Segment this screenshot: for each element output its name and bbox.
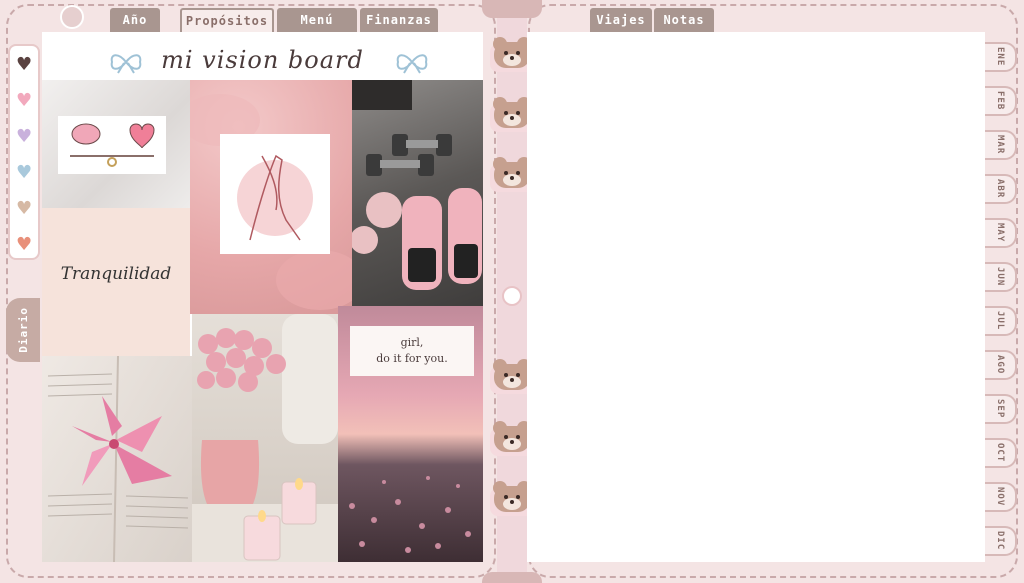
quote-line-1: girl,	[400, 336, 424, 349]
tab-notas[interactable]: Notas	[654, 8, 714, 32]
month-tab-ene[interactable]: ENE	[985, 42, 1017, 72]
collage-tranquilidad-card: Tranquilidad	[42, 208, 190, 356]
collage-vase-candles-image	[192, 314, 338, 562]
month-tab-mar[interactable]: MAR	[985, 130, 1017, 160]
month-label: AGO	[995, 355, 1005, 375]
month-tab-oct[interactable]: OCT	[985, 438, 1017, 468]
girl-quote-card: girl, do it for you.	[350, 326, 474, 376]
collage-book-flower-image	[42, 356, 192, 562]
quote-line-2: do it for you.	[376, 352, 448, 365]
vision-board-page: mi vision board Tranquilidad girl, do it…	[42, 32, 483, 562]
color-strip: ♥ ♥ ♥ ♥ ♥ ♥	[8, 44, 40, 260]
month-tab-abr[interactable]: ABR	[985, 174, 1017, 204]
month-tab-ago[interactable]: AGO	[985, 350, 1017, 380]
month-tab-jun[interactable]: JUN	[985, 262, 1017, 292]
month-label: NOV	[995, 487, 1005, 507]
month-label: MAR	[995, 135, 1005, 155]
month-label: DIC	[995, 531, 1005, 551]
heart-icon[interactable]: ♥	[16, 128, 32, 146]
month-tab-nov[interactable]: NOV	[985, 482, 1017, 512]
tab-diario[interactable]: Diario	[6, 298, 40, 362]
tab-propositos[interactable]: Propósitos	[180, 8, 274, 32]
month-label: MAY	[995, 223, 1005, 243]
heart-icon[interactable]: ♥	[16, 236, 32, 254]
heart-icon[interactable]: ♥	[16, 92, 32, 110]
tab-menu[interactable]: Menú	[277, 8, 357, 32]
binder-spine-bottom	[482, 572, 542, 583]
bow-icon	[396, 54, 428, 74]
month-tab-dic[interactable]: DIC	[985, 526, 1017, 556]
ring-hole	[502, 286, 522, 306]
month-tab-jul[interactable]: JUL	[985, 306, 1017, 336]
month-label: SEP	[995, 399, 1005, 419]
month-tab-sep[interactable]: SEP	[985, 394, 1017, 424]
month-label: OCT	[995, 443, 1005, 463]
tab-finanzas[interactable]: Finanzas	[360, 8, 438, 32]
collage-gym-image	[352, 80, 483, 306]
heart-icon[interactable]: ♥	[16, 56, 32, 74]
heart-icon[interactable]: ♥	[16, 200, 32, 218]
binder-spine-top	[482, 0, 542, 18]
month-tab-feb[interactable]: FEB	[985, 86, 1017, 116]
tab-viajes[interactable]: Viajes	[590, 8, 652, 32]
month-label: FEB	[995, 91, 1005, 111]
notes-page[interactable]	[527, 32, 985, 562]
month-label: ENE	[995, 47, 1005, 67]
month-label: JUN	[995, 267, 1005, 287]
top-circle-decoration	[60, 5, 84, 29]
tranquilidad-text: Tranquilidad	[60, 264, 172, 284]
tab-anio[interactable]: Año	[110, 8, 160, 32]
month-label: JUL	[995, 311, 1005, 331]
month-label: ABR	[995, 179, 1005, 199]
month-tab-may[interactable]: MAY	[985, 218, 1017, 248]
collage-brain-heart-image	[42, 80, 190, 208]
tab-diario-label: Diario	[16, 307, 30, 353]
collage-hands-image	[190, 80, 352, 314]
collage-girl-quote-image: girl, do it for you.	[338, 306, 483, 562]
heart-icon[interactable]: ♥	[16, 164, 32, 182]
